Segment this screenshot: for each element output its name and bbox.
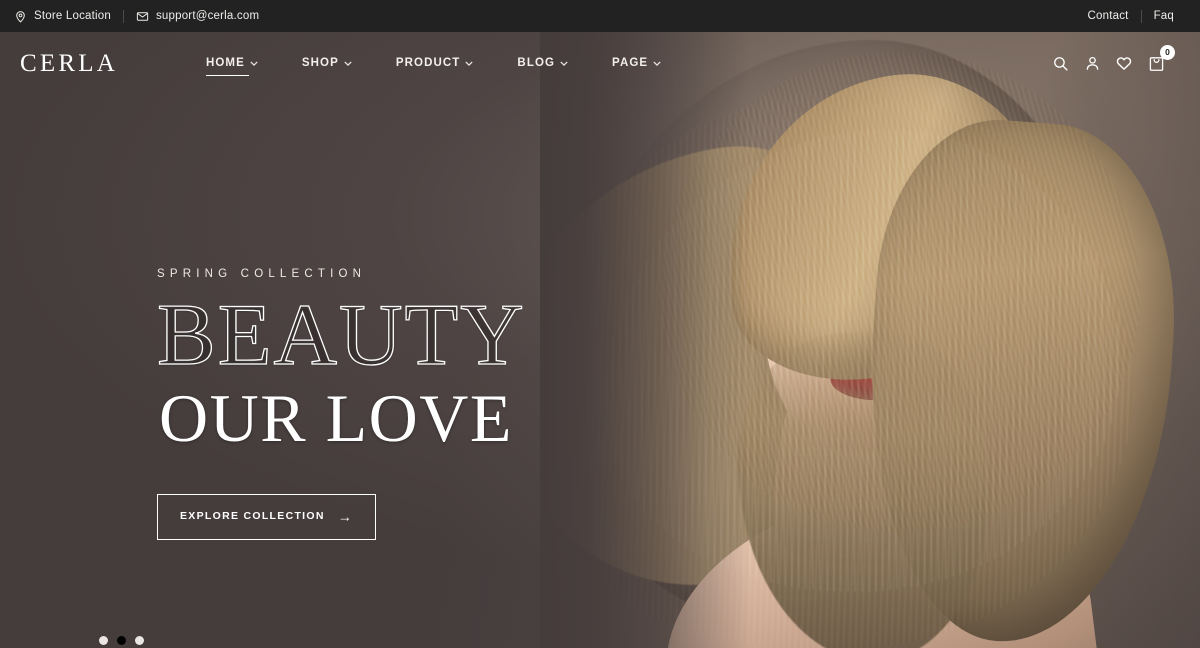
- hero-slider: SPRING COLLECTION BEAUTY OUR LOVE EXPLOR…: [0, 32, 1200, 648]
- carousel-dot-3[interactable]: [135, 636, 144, 645]
- site-logo[interactable]: CERLA: [18, 51, 184, 76]
- search-button[interactable]: [1044, 47, 1076, 79]
- cart-count-badge: 0: [1160, 45, 1175, 60]
- envelope-icon: [136, 10, 149, 23]
- main-menu: HOME SHOP PRODUCT BLOG PAGE: [184, 57, 683, 76]
- topbar-right-group: Contact Faq: [1076, 9, 1186, 23]
- hero-model-photo: [540, 32, 1200, 648]
- header-actions: 0: [1044, 45, 1182, 79]
- faq-link[interactable]: Faq: [1142, 10, 1186, 22]
- nav-item-home[interactable]: HOME: [184, 57, 280, 76]
- chevron-down-icon: [465, 60, 474, 68]
- support-email-label: support@cerla.com: [155, 10, 260, 22]
- store-location-link[interactable]: Store Location: [14, 10, 123, 23]
- account-button[interactable]: [1076, 47, 1108, 79]
- photo-left-fade: [540, 32, 750, 648]
- main-header: CERLA HOME SHOP PRODUCT BLOG PAGE 0: [0, 32, 1200, 94]
- hero-title-solid: OUR LOVE: [159, 379, 513, 456]
- nav-item-product[interactable]: PRODUCT: [374, 57, 496, 69]
- carousel-dot-1[interactable]: [99, 636, 108, 645]
- nav-item-page[interactable]: PAGE: [590, 57, 683, 69]
- nav-item-home-label: HOME: [205, 57, 245, 69]
- heart-icon: [1115, 54, 1133, 72]
- contact-link[interactable]: Contact: [1076, 10, 1141, 22]
- support-email-link[interactable]: support@cerla.com: [124, 10, 271, 23]
- nav-item-blog-label: BLOG: [517, 57, 556, 69]
- top-utility-bar: Store Location support@cerla.com Contact…: [0, 0, 1200, 32]
- topbar-left-group: Store Location support@cerla.com: [14, 9, 271, 23]
- nav-item-product-label: PRODUCT: [395, 57, 461, 69]
- arrow-right-icon: →: [337, 508, 354, 525]
- carousel-dot-2[interactable]: [117, 636, 126, 645]
- nav-item-blog[interactable]: BLOG: [495, 57, 590, 69]
- explore-collection-label: EXPLORE COLLECTION: [180, 510, 325, 523]
- chevron-down-icon: [344, 60, 352, 68]
- page-root: Store Location support@cerla.com Contact…: [0, 0, 1200, 648]
- nav-item-shop[interactable]: SHOP: [280, 57, 374, 69]
- chevron-down-icon: [653, 60, 661, 68]
- nav-item-page-label: PAGE: [612, 57, 649, 69]
- explore-collection-button[interactable]: EXPLORE COLLECTION →: [157, 493, 377, 540]
- chevron-down-icon: [250, 60, 258, 68]
- hero-content: SPRING COLLECTION BEAUTY OUR LOVE EXPLOR…: [156, 268, 526, 540]
- carousel-dots: [99, 636, 144, 645]
- store-location-label: Store Location: [34, 10, 111, 22]
- wishlist-button[interactable]: [1108, 47, 1140, 79]
- user-icon: [1084, 55, 1101, 72]
- chevron-down-icon: [560, 60, 568, 68]
- hero-title-outline: BEAUTY: [156, 287, 526, 384]
- map-pin-icon: [14, 10, 27, 23]
- cart-button[interactable]: 0: [1140, 45, 1175, 79]
- hero-eyebrow: SPRING COLLECTION: [157, 268, 367, 280]
- nav-item-shop-label: SHOP: [301, 57, 339, 69]
- search-icon: [1052, 55, 1069, 72]
